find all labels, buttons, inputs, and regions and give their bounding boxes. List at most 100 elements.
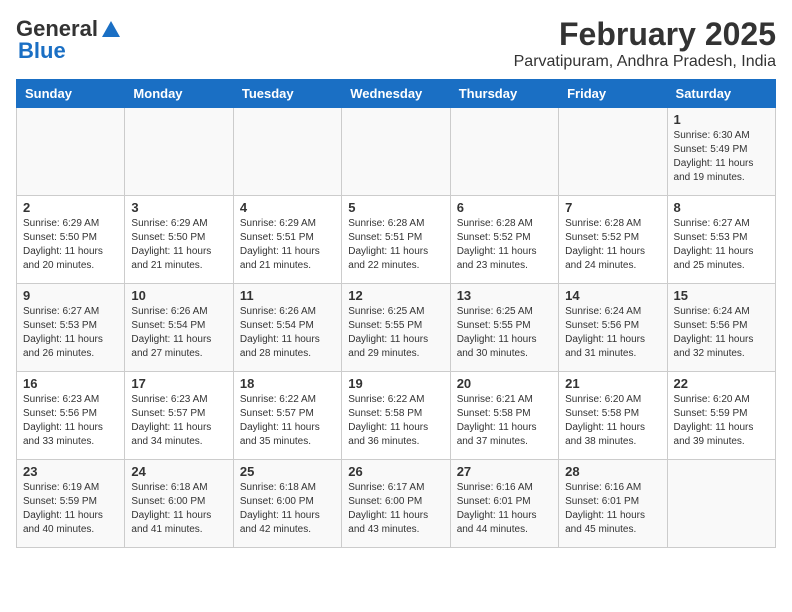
day-number: 22 xyxy=(674,376,769,391)
day-number: 13 xyxy=(457,288,552,303)
day-info: Sunrise: 6:17 AM Sunset: 6:00 PM Dayligh… xyxy=(348,481,443,537)
day-cell-5-2: 24 Sunrise: 6:18 AM Sunset: 6:00 PM Dayli… xyxy=(125,460,233,548)
day-cell-4-7: 22Sunrise: 6:20 AM Sunset: 5:59 PM Dayli… xyxy=(667,372,775,460)
col-monday: Monday xyxy=(125,80,233,108)
day-info: Sunrise: 6:25 AM Sunset: 5:55 PM Dayligh… xyxy=(457,305,552,361)
day-cell-1-1 xyxy=(17,108,125,196)
day-cell-5-7 xyxy=(667,460,775,548)
calendar-table: Sunday Monday Tuesday Wednesday Thursday… xyxy=(16,79,776,548)
page-title: February 2025 xyxy=(514,16,776,53)
day-cell-2-3: 4 Sunrise: 6:29 AM Sunset: 5:51 PM Daylig… xyxy=(233,196,341,284)
day-info: Sunrise: 6:24 AM Sunset: 5:56 PM Dayligh… xyxy=(674,305,769,361)
day-cell-4-3: 18 Sunrise: 6:22 AM Sunset: 5:57 PM Dayli… xyxy=(233,372,341,460)
logo: General Blue xyxy=(16,16,122,64)
day-number: 4 xyxy=(240,200,335,215)
day-info: Sunrise: 6:20 AM Sunset: 5:58 PM Dayligh… xyxy=(565,393,660,449)
day-cell-4-2: 17 Sunrise: 6:23 AM Sunset: 5:57 PM Dayli… xyxy=(125,372,233,460)
day-number: 9 xyxy=(23,288,118,303)
day-info: Sunrise: 6:29 AM Sunset: 5:50 PM Dayligh… xyxy=(23,217,118,273)
week-row-4: 16 Sunrise: 6:23 AM Sunset: 5:56 PM Dayli… xyxy=(17,372,776,460)
day-info: Sunrise: 6:16 AM Sunset: 6:01 PM Dayligh… xyxy=(565,481,660,537)
day-number: 19 xyxy=(348,376,443,391)
day-number: 28 xyxy=(565,464,660,479)
day-number: 11 xyxy=(240,288,335,303)
day-number: 15 xyxy=(674,288,769,303)
day-info: Sunrise: 6:21 AM Sunset: 5:58 PM Dayligh… xyxy=(457,393,552,449)
day-info: Sunrise: 6:22 AM Sunset: 5:57 PM Dayligh… xyxy=(240,393,335,449)
day-number: 24 xyxy=(131,464,226,479)
day-cell-4-4: 19 Sunrise: 6:22 AM Sunset: 5:58 PM Dayli… xyxy=(342,372,450,460)
day-cell-1-3 xyxy=(233,108,341,196)
day-cell-3-4: 12 Sunrise: 6:25 AM Sunset: 5:55 PM Dayli… xyxy=(342,284,450,372)
col-saturday: Saturday xyxy=(667,80,775,108)
col-friday: Friday xyxy=(559,80,667,108)
day-number: 21 xyxy=(565,376,660,391)
title-block: February 2025 Parvatipuram, Andhra Prade… xyxy=(514,16,776,71)
day-cell-2-6: 7 Sunrise: 6:28 AM Sunset: 5:52 PM Daylig… xyxy=(559,196,667,284)
day-info: Sunrise: 6:28 AM Sunset: 5:52 PM Dayligh… xyxy=(457,217,552,273)
day-number: 16 xyxy=(23,376,118,391)
day-info: Sunrise: 6:26 AM Sunset: 5:54 PM Dayligh… xyxy=(131,305,226,361)
day-cell-1-6 xyxy=(559,108,667,196)
day-cell-2-7: 8 Sunrise: 6:27 AM Sunset: 5:53 PM Daylig… xyxy=(667,196,775,284)
day-cell-5-4: 26Sunrise: 6:17 AM Sunset: 6:00 PM Dayli… xyxy=(342,460,450,548)
day-info: Sunrise: 6:25 AM Sunset: 5:55 PM Dayligh… xyxy=(348,305,443,361)
page-subtitle: Parvatipuram, Andhra Pradesh, India xyxy=(514,53,776,71)
day-cell-4-1: 16 Sunrise: 6:23 AM Sunset: 5:56 PM Dayli… xyxy=(17,372,125,460)
day-cell-1-7: 1Sunrise: 6:30 AM Sunset: 5:49 PM Daylig… xyxy=(667,108,775,196)
day-info: Sunrise: 6:19 AM Sunset: 5:59 PM Dayligh… xyxy=(23,481,118,537)
day-number: 23 xyxy=(23,464,118,479)
col-tuesday: Tuesday xyxy=(233,80,341,108)
day-info: Sunrise: 6:27 AM Sunset: 5:53 PM Dayligh… xyxy=(23,305,118,361)
day-number: 1 xyxy=(674,112,769,127)
day-cell-1-2 xyxy=(125,108,233,196)
day-number: 14 xyxy=(565,288,660,303)
day-number: 5 xyxy=(348,200,443,215)
day-info: Sunrise: 6:23 AM Sunset: 5:57 PM Dayligh… xyxy=(131,393,226,449)
day-number: 8 xyxy=(674,200,769,215)
day-cell-3-1: 9 Sunrise: 6:27 AM Sunset: 5:53 PM Daylig… xyxy=(17,284,125,372)
day-info: Sunrise: 6:18 AM Sunset: 6:00 PM Dayligh… xyxy=(131,481,226,537)
logo-blue-text: Blue xyxy=(18,38,66,63)
day-number: 20 xyxy=(457,376,552,391)
day-info: Sunrise: 6:22 AM Sunset: 5:58 PM Dayligh… xyxy=(348,393,443,449)
day-number: 18 xyxy=(240,376,335,391)
day-info: Sunrise: 6:29 AM Sunset: 5:50 PM Dayligh… xyxy=(131,217,226,273)
day-info: Sunrise: 6:28 AM Sunset: 5:51 PM Dayligh… xyxy=(348,217,443,273)
day-number: 27 xyxy=(457,464,552,479)
day-number: 10 xyxy=(131,288,226,303)
day-info: Sunrise: 6:27 AM Sunset: 5:53 PM Dayligh… xyxy=(674,217,769,273)
day-number: 3 xyxy=(131,200,226,215)
day-info: Sunrise: 6:16 AM Sunset: 6:01 PM Dayligh… xyxy=(457,481,552,537)
day-info: Sunrise: 6:29 AM Sunset: 5:51 PM Dayligh… xyxy=(240,217,335,273)
day-cell-5-5: 27 Sunrise: 6:16 AM Sunset: 6:01 PM Dayli… xyxy=(450,460,558,548)
day-cell-3-2: 10 Sunrise: 6:26 AM Sunset: 5:54 PM Dayli… xyxy=(125,284,233,372)
day-number: 6 xyxy=(457,200,552,215)
day-number: 12 xyxy=(348,288,443,303)
day-number: 17 xyxy=(131,376,226,391)
week-row-3: 9 Sunrise: 6:27 AM Sunset: 5:53 PM Daylig… xyxy=(17,284,776,372)
day-number: 2 xyxy=(23,200,118,215)
day-cell-1-5 xyxy=(450,108,558,196)
day-number: 25 xyxy=(240,464,335,479)
calendar-header-row: Sunday Monday Tuesday Wednesday Thursday… xyxy=(17,80,776,108)
col-wednesday: Wednesday xyxy=(342,80,450,108)
day-cell-4-6: 21 Sunrise: 6:20 AM Sunset: 5:58 PM Dayli… xyxy=(559,372,667,460)
day-cell-2-2: 3 Sunrise: 6:29 AM Sunset: 5:50 PM Daylig… xyxy=(125,196,233,284)
day-cell-2-5: 6 Sunrise: 6:28 AM Sunset: 5:52 PM Daylig… xyxy=(450,196,558,284)
week-row-2: 2 Sunrise: 6:29 AM Sunset: 5:50 PM Daylig… xyxy=(17,196,776,284)
day-number: 7 xyxy=(565,200,660,215)
day-cell-2-4: 5 Sunrise: 6:28 AM Sunset: 5:51 PM Daylig… xyxy=(342,196,450,284)
day-cell-1-4 xyxy=(342,108,450,196)
day-info: Sunrise: 6:24 AM Sunset: 5:56 PM Dayligh… xyxy=(565,305,660,361)
col-sunday: Sunday xyxy=(17,80,125,108)
day-cell-5-6: 28 Sunrise: 6:16 AM Sunset: 6:01 PM Dayli… xyxy=(559,460,667,548)
day-cell-3-6: 14 Sunrise: 6:24 AM Sunset: 5:56 PM Dayli… xyxy=(559,284,667,372)
day-info: Sunrise: 6:23 AM Sunset: 5:56 PM Dayligh… xyxy=(23,393,118,449)
day-cell-4-5: 20 Sunrise: 6:21 AM Sunset: 5:58 PM Dayli… xyxy=(450,372,558,460)
day-info: Sunrise: 6:28 AM Sunset: 5:52 PM Dayligh… xyxy=(565,217,660,273)
day-cell-5-1: 23 Sunrise: 6:19 AM Sunset: 5:59 PM Dayli… xyxy=(17,460,125,548)
page-header: General Blue February 2025 Parvatipuram,… xyxy=(16,16,776,71)
week-row-5: 23 Sunrise: 6:19 AM Sunset: 5:59 PM Dayli… xyxy=(17,460,776,548)
day-cell-2-1: 2 Sunrise: 6:29 AM Sunset: 5:50 PM Daylig… xyxy=(17,196,125,284)
